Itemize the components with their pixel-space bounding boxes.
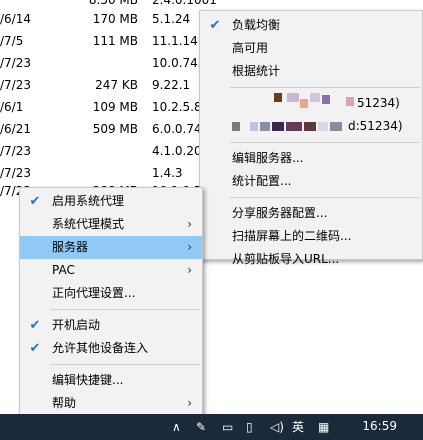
taskbar: ∧ ✎ ▭ ▯ ◁) 英 ▦ 16:59: [0, 414, 423, 440]
network-icon[interactable]: ▭: [222, 420, 233, 434]
menu-item-system-proxy-mode[interactable]: 系统代理模式 ›: [20, 213, 202, 236]
menu-item-high-availability[interactable]: 高可用: [200, 37, 422, 60]
volume-icon[interactable]: ◁): [270, 420, 284, 434]
menu-separator: [50, 364, 200, 365]
menu-item-label: 编辑快捷键...: [52, 373, 124, 387]
menu-item-statistics-config[interactable]: 统计配置...: [200, 170, 422, 193]
chevron-right-icon: ›: [187, 263, 192, 277]
menu-item-label: 负载均衡: [232, 18, 281, 32]
file-date: /6/14: [0, 12, 31, 26]
menu-separator: [230, 197, 420, 198]
menu-item-label: 服务器: [52, 240, 89, 254]
check-icon: ✔: [29, 194, 41, 209]
menu-item-label: PAC: [52, 263, 75, 277]
file-date: /7/23: [0, 144, 31, 158]
file-version: 6.0.0.74: [152, 122, 202, 136]
menu-item-enable-system-proxy[interactable]: ✔ 启用系统代理: [20, 190, 202, 213]
menu-item-label: 根据统计: [232, 64, 281, 78]
check-icon: ✔: [29, 341, 41, 356]
menu-item-help[interactable]: 帮助 ›: [20, 392, 202, 415]
input-method-indicator[interactable]: 英: [292, 420, 304, 434]
menu-item-servers[interactable]: 服务器 ›: [20, 236, 202, 259]
chevron-right-icon: ›: [187, 217, 192, 231]
file-version: 5.1.24: [152, 12, 191, 26]
file-date: /7/23: [0, 56, 31, 70]
menu-item-pac[interactable]: PAC ›: [20, 259, 202, 282]
menu-separator: [230, 87, 420, 88]
menu-item-label: 开机启动: [52, 318, 101, 332]
menu-separator: [230, 142, 420, 143]
check-icon: ✔: [209, 18, 221, 33]
keyboard-icon[interactable]: ▦: [318, 420, 329, 434]
menu-item-label: 扫描屏幕上的二维码...: [232, 229, 352, 243]
menu-item-scan-qr-code[interactable]: 扫描屏幕上的二维码...: [200, 225, 422, 248]
menu-item-server-1[interactable]: 51234): [200, 92, 422, 115]
menu-item-by-statistics[interactable]: 根据统计: [200, 60, 422, 83]
server-submenu: ✔ 负载均衡 高可用 根据统计 51234) d:51234) 编辑服务器...…: [199, 10, 423, 266]
menu-item-import-url-clipboard[interactable]: 从剪贴板导入URL...: [200, 248, 422, 271]
menu-item-share-server-config[interactable]: 分享服务器配置...: [200, 202, 422, 225]
menu-separator: [50, 309, 200, 310]
pen-icon[interactable]: ✎: [196, 420, 206, 434]
file-date: /7/23: [0, 78, 31, 92]
file-version: 10.0.743: [152, 56, 206, 70]
menu-item-edit-servers[interactable]: 编辑服务器...: [200, 147, 422, 170]
file-version: 4.1.0.20: [152, 144, 202, 158]
menu-item-label: 分享服务器配置...: [232, 206, 328, 220]
menu-item-label: 51234): [357, 96, 400, 110]
file-date: /6/1: [0, 100, 24, 114]
chevron-right-icon: ›: [187, 240, 192, 254]
menu-item-label: 统计配置...: [232, 174, 292, 188]
menu-item-start-on-boot[interactable]: ✔ 开机启动: [20, 314, 202, 337]
menu-item-label: 系统代理模式: [52, 217, 125, 231]
check-icon: ✔: [29, 318, 41, 333]
file-version: 11.1.14: [152, 34, 198, 48]
menu-item-edit-hotkeys[interactable]: 编辑快捷键...: [20, 369, 202, 392]
menu-item-allow-lan[interactable]: ✔ 允许其他设备连入: [20, 337, 202, 360]
file-size: 509 MB: [92, 122, 138, 136]
file-date: /6/21: [0, 122, 31, 136]
menu-item-label: 正向代理设置...: [52, 286, 136, 300]
menu-item-label: 帮助: [52, 396, 77, 410]
menu-item-forward-proxy-settings[interactable]: 正向代理设置...: [20, 282, 202, 305]
menu-item-label: 从剪贴板导入URL...: [232, 252, 340, 266]
chevron-right-icon: ›: [187, 396, 192, 410]
file-version: 9.22.1: [152, 78, 191, 92]
menu-item-label: 允许其他设备连入: [52, 341, 149, 355]
menu-item-server-2[interactable]: d:51234): [200, 115, 422, 138]
menu-item-label: 高可用: [232, 41, 269, 55]
file-size: 170 MB: [92, 12, 138, 26]
file-version: 10.2.5.8: [152, 100, 202, 114]
tray-context-menu: ✔ 启用系统代理 系统代理模式 › 服务器 › PAC › 正向代理设置... …: [19, 187, 203, 440]
menu-item-label: d:51234): [348, 119, 403, 133]
show-hidden-icons-icon[interactable]: ∧: [172, 420, 181, 434]
menu-item-label: 启用系统代理: [52, 194, 125, 208]
taskbar-clock[interactable]: 16:59: [362, 419, 397, 433]
file-size: 247 KB: [95, 78, 138, 92]
file-date: /7/5: [0, 34, 24, 48]
file-size: 109 MB: [92, 100, 138, 114]
menu-item-load-balance[interactable]: ✔ 负载均衡: [200, 14, 422, 37]
battery-icon[interactable]: ▯: [246, 420, 253, 434]
menu-item-label: 编辑服务器...: [232, 151, 304, 165]
file-size: 111 MB: [92, 34, 138, 48]
